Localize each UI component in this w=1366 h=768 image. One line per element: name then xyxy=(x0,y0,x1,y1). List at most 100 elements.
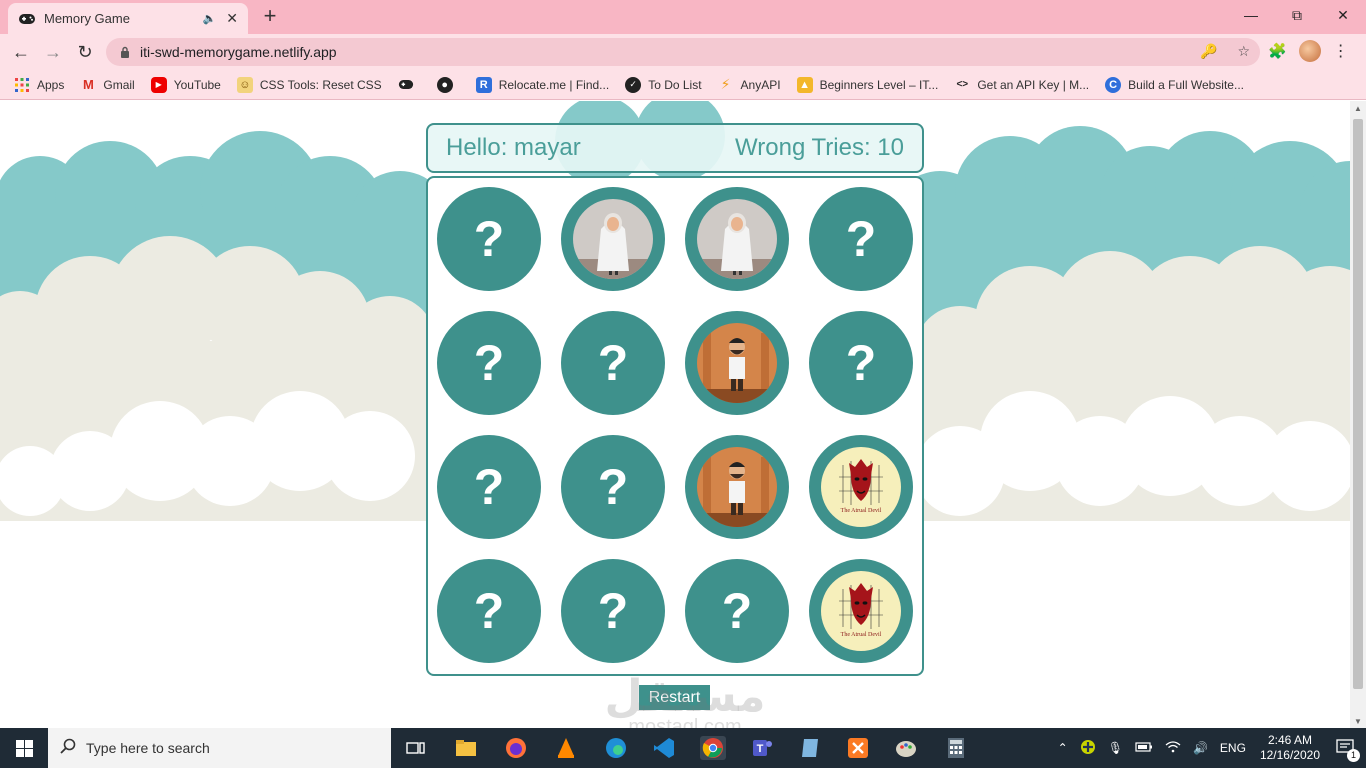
devil-caption-text: The Atrual Devil xyxy=(841,632,882,638)
question-mark-icon: ? xyxy=(473,459,505,515)
restart-button[interactable]: Restart xyxy=(639,685,710,710)
chrome-icon[interactable] xyxy=(700,736,726,760)
hidden-card[interactable]: ? xyxy=(437,435,541,539)
bookmark-star-icon[interactable]: ☆ xyxy=(1237,43,1250,60)
scroll-up-icon[interactable]: ▲ xyxy=(1354,104,1362,113)
minimize-window-icon[interactable]: — xyxy=(1228,0,1274,30)
scroll-thumb[interactable] xyxy=(1353,119,1363,689)
paint-icon[interactable] xyxy=(894,736,918,760)
page-scrollbar[interactable]: ▲ ▼ xyxy=(1350,101,1366,728)
gamepad-icon xyxy=(18,10,36,28)
devil-mask-image: The Atrual Devil xyxy=(821,571,901,651)
question-mark-icon: ? xyxy=(473,335,505,391)
address-bar[interactable]: iti-swd-memorygame.netlify.app 🔑 ☆ xyxy=(106,38,1260,66)
lock-icon xyxy=(120,46,130,59)
wifi-icon[interactable] xyxy=(1165,740,1181,756)
xampp-icon[interactable] xyxy=(846,736,870,760)
revealed-card[interactable] xyxy=(685,311,789,415)
windows-start-icon[interactable] xyxy=(0,728,48,768)
tab-title: Memory Game xyxy=(44,11,130,26)
close-tab-icon[interactable]: ✕ xyxy=(226,10,238,27)
windows-taskbar: Type here to search T ⌃ 🎙 🔊 ENG 2:46 AM … xyxy=(0,728,1366,768)
notepad-icon[interactable] xyxy=(798,736,822,760)
question-mark-icon: ? xyxy=(597,583,629,639)
revealed-card[interactable] xyxy=(685,187,789,291)
notifications-icon[interactable]: 1 xyxy=(1336,738,1360,762)
hidden-card[interactable]: ? xyxy=(561,559,665,663)
chevron-up-icon[interactable]: ⌃ xyxy=(1058,741,1068,755)
profile-avatar[interactable] xyxy=(1298,40,1321,62)
tray-app-icon[interactable] xyxy=(1080,739,1096,758)
battery-icon[interactable] xyxy=(1135,741,1153,755)
hidden-card[interactable]: ? xyxy=(685,559,789,663)
bookmark-globe[interactable]: ● xyxy=(436,76,460,93)
volume-icon[interactable]: 🔊 xyxy=(1193,741,1208,755)
bookmark-todo[interactable]: ✓ To Do List xyxy=(625,76,702,93)
globe-icon: ● xyxy=(436,76,453,93)
bookmark-css-tools[interactable]: ☺ CSS Tools: Reset CSS xyxy=(236,76,382,93)
firefox-icon[interactable] xyxy=(504,736,528,760)
system-clock[interactable]: 2:46 AM 12/16/2020 xyxy=(1260,733,1320,763)
new-tab-button[interactable]: + xyxy=(258,5,282,29)
revealed-card[interactable]: The Atrual Devil xyxy=(809,435,913,539)
hidden-card[interactable]: ? xyxy=(809,187,913,291)
question-mark-icon: ? xyxy=(473,583,505,639)
question-mark-icon: ? xyxy=(473,211,505,267)
close-window-icon[interactable]: ✕ xyxy=(1320,0,1366,30)
taskbar-search[interactable]: Type here to search xyxy=(48,728,391,768)
scroll-down-icon[interactable]: ▼ xyxy=(1354,717,1362,726)
hidden-card[interactable]: ? xyxy=(437,559,541,663)
bookmark-anyapi[interactable]: ⚡ AnyAPI xyxy=(718,76,781,93)
file-explorer-icon[interactable] xyxy=(454,736,478,760)
language-indicator[interactable]: ENG xyxy=(1220,741,1246,755)
bearded-man-image xyxy=(697,447,777,527)
revealed-card[interactable]: The Atrual Devil xyxy=(809,559,913,663)
extensions-puzzle-icon[interactable]: 🧩 xyxy=(1268,42,1287,60)
microphone-icon[interactable]: 🎙 xyxy=(1108,741,1123,755)
url-text: iti-swd-memorygame.netlify.app xyxy=(140,44,337,60)
bookmarks-bar: Apps M Gmail ▶ YouTube ☺ CSS Tools: Reset C… xyxy=(0,70,1366,100)
player-greeting: Hello: mayar xyxy=(446,134,581,161)
vlc-icon[interactable] xyxy=(554,736,578,760)
api-key-icon: <> xyxy=(956,79,969,90)
todo-icon: ✓ xyxy=(625,76,642,93)
bookmark-api-key[interactable]: <> Get an API Key | M... xyxy=(954,77,1089,93)
revealed-card[interactable] xyxy=(685,435,789,539)
reload-icon[interactable]: ↻ xyxy=(72,40,98,64)
forward-arrow-icon[interactable]: → xyxy=(40,40,66,64)
bookmark-youtube[interactable]: ▶ YouTube xyxy=(150,76,221,93)
bookmark-apps[interactable]: Apps xyxy=(14,77,64,93)
task-view-icon[interactable] xyxy=(404,736,428,760)
system-tray: ⌃ 🎙 🔊 ENG 2:46 AM 12/16/2020 1 xyxy=(1052,728,1366,768)
apps-grid-icon xyxy=(14,77,30,93)
key-icon[interactable]: 🔑 xyxy=(1200,43,1217,60)
hidden-card[interactable]: ? xyxy=(809,311,913,415)
notification-count: 1 xyxy=(1347,748,1360,762)
clock-date: 12/16/2020 xyxy=(1259,748,1320,762)
bookmark-gamepad[interactable] xyxy=(398,77,421,93)
bearded-man-image xyxy=(697,323,777,403)
devil-mask-image: The Atrual Devil xyxy=(821,447,901,527)
bookmark-beginners[interactable]: ▲ Beginners Level – IT... xyxy=(796,76,938,93)
speaker-icon[interactable]: 🔈 xyxy=(203,12,217,25)
question-mark-icon: ? xyxy=(597,335,629,391)
bookmark-gmail[interactable]: M Gmail xyxy=(80,77,135,93)
bolt-icon: ⚡ xyxy=(720,76,731,92)
calculator-icon[interactable] xyxy=(944,736,968,760)
bookmark-relocate[interactable]: R Relocate.me | Find... xyxy=(475,76,609,93)
browser-tab[interactable]: Memory Game 🔈 ✕ xyxy=(8,3,248,34)
hidden-card[interactable]: ? xyxy=(561,311,665,415)
graduation-icon: ▲ xyxy=(796,76,813,93)
teams-icon[interactable]: T xyxy=(750,736,774,760)
browser-menu-icon[interactable]: ⋮ xyxy=(1333,41,1349,61)
bookmark-build-website[interactable]: C Build a Full Website... xyxy=(1105,76,1244,93)
back-arrow-icon[interactable]: ← xyxy=(8,40,34,64)
gmail-icon: M xyxy=(82,77,94,92)
restore-window-icon[interactable]: ⧉ xyxy=(1274,0,1320,30)
hidden-card[interactable]: ? xyxy=(561,435,665,539)
hidden-card[interactable]: ? xyxy=(437,187,541,291)
vscode-icon[interactable] xyxy=(652,736,676,760)
revealed-card[interactable] xyxy=(561,187,665,291)
hidden-card[interactable]: ? xyxy=(437,311,541,415)
edge-icon[interactable] xyxy=(604,736,628,760)
